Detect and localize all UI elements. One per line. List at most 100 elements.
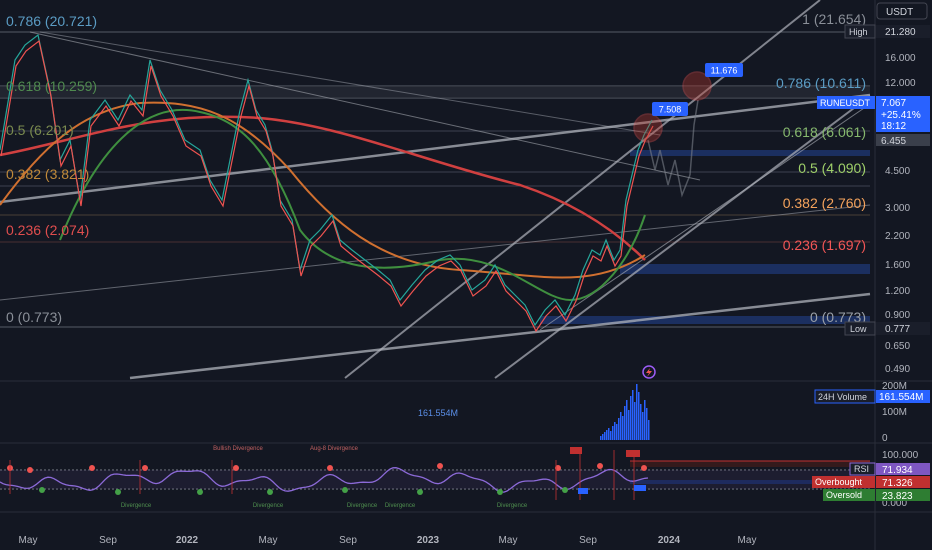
chart-canvas[interactable]: 7.508 11.676 0.786 (20.721) 0.618 (10.25… xyxy=(0,0,932,550)
svg-text:Low: Low xyxy=(850,324,867,334)
currency-button[interactable]: USDT xyxy=(876,2,928,20)
svg-text:Divergence: Divergence xyxy=(121,503,152,509)
volume-bar xyxy=(624,406,626,440)
svg-text:18:12: 18:12 xyxy=(881,121,906,132)
svg-text:161.554M: 161.554M xyxy=(879,392,923,403)
volume-bar xyxy=(616,424,618,440)
rsi-signal-dot xyxy=(497,489,503,495)
rsi-signal-dot xyxy=(89,465,95,471)
high-label: High 21.280 xyxy=(844,24,930,39)
svg-text:0.900: 0.900 xyxy=(885,310,910,321)
svg-text:Divergence: Divergence xyxy=(347,503,378,509)
rsi-signal-dot xyxy=(342,487,348,493)
volume-bar xyxy=(640,404,642,440)
svg-text:Sep: Sep xyxy=(579,535,597,546)
svg-text:21.280: 21.280 xyxy=(885,27,916,38)
rsi-signal-dot xyxy=(142,465,148,471)
svg-text:0.777: 0.777 xyxy=(885,324,910,335)
volume-bar xyxy=(648,420,650,440)
svg-text:RUNEUSDT: RUNEUSDT xyxy=(820,98,871,108)
low-label: Low 0.777 xyxy=(844,321,930,336)
svg-text:RSI: RSI xyxy=(854,464,869,474)
lightning-icon[interactable] xyxy=(642,365,656,379)
fib-right-0382: 0.382 (2.760) xyxy=(783,195,866,211)
fib-right-0786: 0.786 (10.611) xyxy=(776,75,866,91)
oversold-label: Oversold 23.823 xyxy=(823,489,930,502)
svg-text:24H Volume: 24H Volume xyxy=(818,392,867,402)
svg-text:Divergence: Divergence xyxy=(497,503,528,509)
svg-text:May: May xyxy=(19,535,38,546)
rsi-signal-dot xyxy=(437,463,443,469)
svg-text:7.508: 7.508 xyxy=(659,105,682,115)
svg-text:Bullish Divergence: Bullish Divergence xyxy=(213,446,263,452)
rsi-value-label: RSI 71.934 xyxy=(849,462,930,476)
fib-left-0786: 0.786 (20.721) xyxy=(6,13,97,29)
svg-text:100M: 100M xyxy=(882,407,907,418)
svg-text:23.823: 23.823 xyxy=(882,491,913,502)
svg-text:6.455: 6.455 xyxy=(881,136,906,147)
fib-left-0: 0 (0.773) xyxy=(6,309,62,325)
rsi-signal-dot xyxy=(267,489,273,495)
fib-left-05: 0.5 (6.201) xyxy=(6,122,74,138)
volume-bar xyxy=(606,430,608,440)
svg-text:+25.41%: +25.41% xyxy=(881,110,921,121)
volume-bar xyxy=(602,434,604,440)
svg-text:Sep: Sep xyxy=(339,535,357,546)
fib-right-05: 0.5 (4.090) xyxy=(798,160,866,176)
svg-text:7.067: 7.067 xyxy=(881,98,906,109)
fib-right-0236: 0.236 (1.697) xyxy=(783,237,866,253)
svg-text:May: May xyxy=(738,535,757,546)
volume-bar xyxy=(638,392,640,440)
volume-bar xyxy=(608,428,610,440)
svg-text:High: High xyxy=(849,27,868,37)
rsi-signal-dot xyxy=(39,487,45,493)
volume-bar xyxy=(636,384,638,440)
volume-inline-label: 161.554M xyxy=(418,408,458,418)
volume-bar xyxy=(604,432,606,440)
svg-text:Oversold: Oversold xyxy=(826,490,862,500)
svg-text:2.200: 2.200 xyxy=(885,231,910,242)
volume-bar xyxy=(618,418,620,440)
volume-bar xyxy=(632,390,634,440)
svg-text:Overbought: Overbought xyxy=(815,477,863,487)
rsi-signal-dot xyxy=(641,465,647,471)
svg-text:2023: 2023 xyxy=(417,535,440,546)
svg-text:May: May xyxy=(499,535,518,546)
volume-bar xyxy=(646,408,648,440)
svg-text:0.490: 0.490 xyxy=(885,364,910,375)
volume-bar xyxy=(620,412,622,440)
svg-text:2022: 2022 xyxy=(176,535,199,546)
fib-left-0236: 0.236 (2.074) xyxy=(6,222,89,238)
rsi-signal-dot xyxy=(327,465,333,471)
volume-bar xyxy=(630,396,632,440)
rsi-signal-dot xyxy=(27,467,33,473)
svg-text:May: May xyxy=(259,535,278,546)
rsi-signal-dot xyxy=(562,487,568,493)
svg-text:Divergence: Divergence xyxy=(253,503,284,509)
svg-text:USDT: USDT xyxy=(886,7,913,18)
volume-bar xyxy=(610,431,612,440)
callout-11676: 11.676 xyxy=(705,63,743,77)
svg-text:71.326: 71.326 xyxy=(882,478,913,489)
volume-bar xyxy=(612,426,614,440)
volume-bar xyxy=(642,412,644,440)
rsi-signal-dot xyxy=(197,489,203,495)
fib-left-0382: 0.382 (3.821) xyxy=(6,166,89,182)
svg-text:100.000: 100.000 xyxy=(882,450,919,461)
fib-right-0618: 0.618 (6.061) xyxy=(783,124,866,140)
rsi-signal-dot xyxy=(597,463,603,469)
svg-text:Aug-8 Divergence: Aug-8 Divergence xyxy=(310,446,359,452)
volume-bar xyxy=(644,400,646,440)
svg-text:11.676: 11.676 xyxy=(711,66,738,76)
svg-text:1.600: 1.600 xyxy=(885,260,910,271)
overbought-label: Overbought 71.326 xyxy=(812,476,930,489)
svg-text:3.000: 3.000 xyxy=(885,203,910,214)
svg-text:Sep: Sep xyxy=(99,535,117,546)
callout-7508: 7.508 xyxy=(652,102,688,116)
svg-text:0.650: 0.650 xyxy=(885,341,910,352)
svg-text:1.200: 1.200 xyxy=(885,286,910,297)
volume-bar xyxy=(614,422,616,440)
svg-text:2024: 2024 xyxy=(658,535,681,546)
fib-left-0618: 0.618 (10.259) xyxy=(6,78,97,94)
rsi-signal-dot xyxy=(115,489,121,495)
